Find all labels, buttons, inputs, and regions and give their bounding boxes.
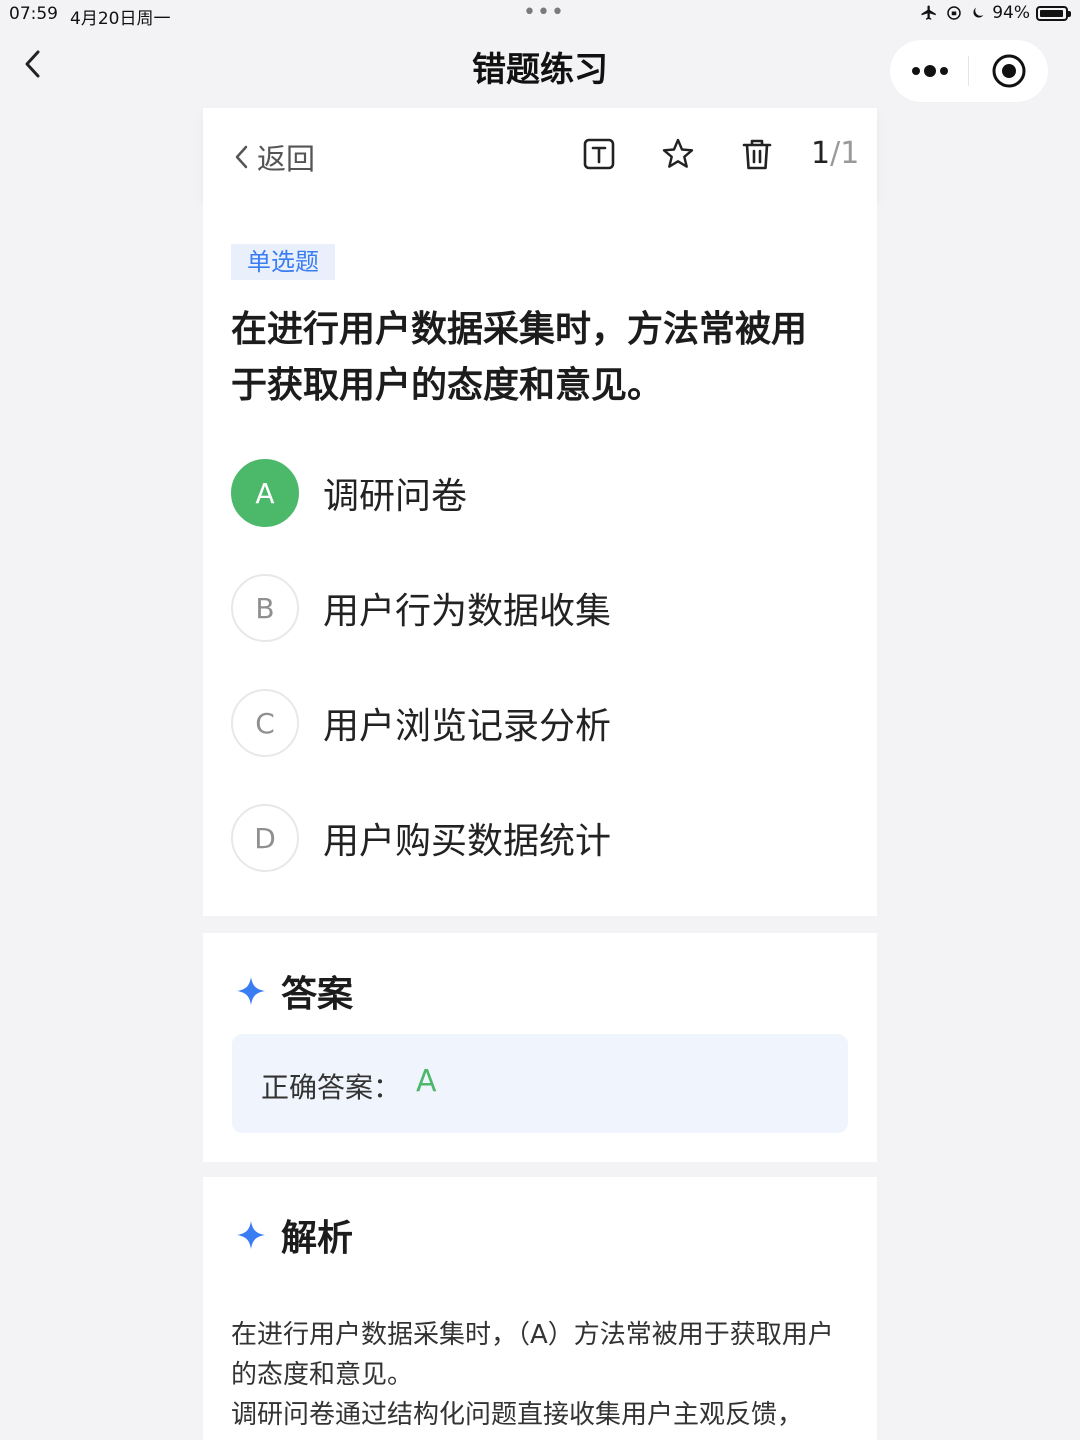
option-letter: B xyxy=(231,574,299,642)
airplane-icon xyxy=(921,5,936,20)
moon-icon xyxy=(973,7,984,18)
sparkle-icon xyxy=(237,977,265,1005)
more-icon[interactable] xyxy=(910,58,950,84)
explanation-card: 解析 在进行用户数据采集时，（A）方法常被用于获取用户的态度和意见。 调研问卷通… xyxy=(203,1177,877,1440)
option-c[interactable]: C 用户浏览记录分析 xyxy=(231,687,841,759)
correct-answer-label: 正确答案： xyxy=(261,1071,402,1104)
explanation-text: 在进行用户数据采集时，（A）方法常被用于获取用户的态度和意见。 调研问卷通过结构… xyxy=(231,1315,856,1435)
answer-title: 答案 xyxy=(281,974,354,1015)
question-toolbar: 返回 1/1 xyxy=(203,108,877,200)
chevron-left-icon xyxy=(235,145,248,169)
close-target-icon[interactable] xyxy=(991,53,1027,89)
status-icons: 94% xyxy=(920,3,1071,23)
explanation-header: 解析 xyxy=(235,1209,353,1261)
battery-fill xyxy=(1040,9,1063,17)
star-icon[interactable] xyxy=(661,137,695,171)
option-text: 用户行为数据收集 xyxy=(323,591,612,632)
option-letter: C xyxy=(231,689,299,757)
option-text: 用户购买数据统计 xyxy=(323,821,612,862)
return-button[interactable]: 返回 xyxy=(233,136,315,178)
return-label: 返回 xyxy=(257,142,316,176)
trash-icon[interactable] xyxy=(740,137,774,171)
answer-header: 答案 xyxy=(235,965,353,1017)
option-d[interactable]: D 用户购买数据统计 xyxy=(231,802,841,874)
question-type-badge: 单选题 xyxy=(231,244,335,280)
correct-answer-value: A xyxy=(416,1064,437,1099)
answer-card: 答案 正确答案： A xyxy=(203,933,877,1162)
mini-program-capsule xyxy=(890,40,1048,102)
question-text: 在进行用户数据采集时，方法常被用于获取用户的态度和意见。 xyxy=(231,309,808,406)
explanation-line: 调研问卷通过结构化问题直接收集用户主观反馈， xyxy=(231,1400,804,1430)
option-text: 用户浏览记录分析 xyxy=(323,706,612,747)
correct-answer-box: 正确答案： A xyxy=(232,1034,848,1133)
battery-icon xyxy=(1036,5,1071,21)
status-bar: 07:59 4月20日周一 ••• 94% xyxy=(0,0,1080,30)
sparkle-icon xyxy=(237,1221,265,1249)
explanation-title: 解析 xyxy=(281,1218,354,1259)
capsule-divider xyxy=(968,56,969,86)
status-date: 4月20日周一 xyxy=(70,9,171,29)
option-b[interactable]: B 用户行为数据收集 xyxy=(231,572,841,644)
multitask-dots-icon[interactable]: ••• xyxy=(523,0,565,25)
question-card: 单选题 在进行用户数据采集时，方法常被用于获取用户的态度和意见。 A 调研问卷 … xyxy=(203,200,877,916)
nav-bar: 错题练习 xyxy=(0,30,1080,108)
option-letter: D xyxy=(231,804,299,872)
current-index: 1 xyxy=(811,136,831,171)
question-counter: 1/1 xyxy=(811,136,859,171)
text-size-icon[interactable] xyxy=(582,137,616,171)
option-letter: A xyxy=(231,459,299,527)
option-a[interactable]: A 调研问卷 xyxy=(231,457,841,529)
option-text: 调研问卷 xyxy=(323,476,468,517)
status-time: 07:59 xyxy=(9,4,58,24)
total-count: /1 xyxy=(830,136,860,171)
battery-percent: 94% xyxy=(992,3,1030,23)
explanation-line: 在进行用户数据采集时，（A）方法常被用于获取用户的态度和意见。 xyxy=(231,1320,834,1390)
orientation-lock-icon xyxy=(947,6,961,20)
